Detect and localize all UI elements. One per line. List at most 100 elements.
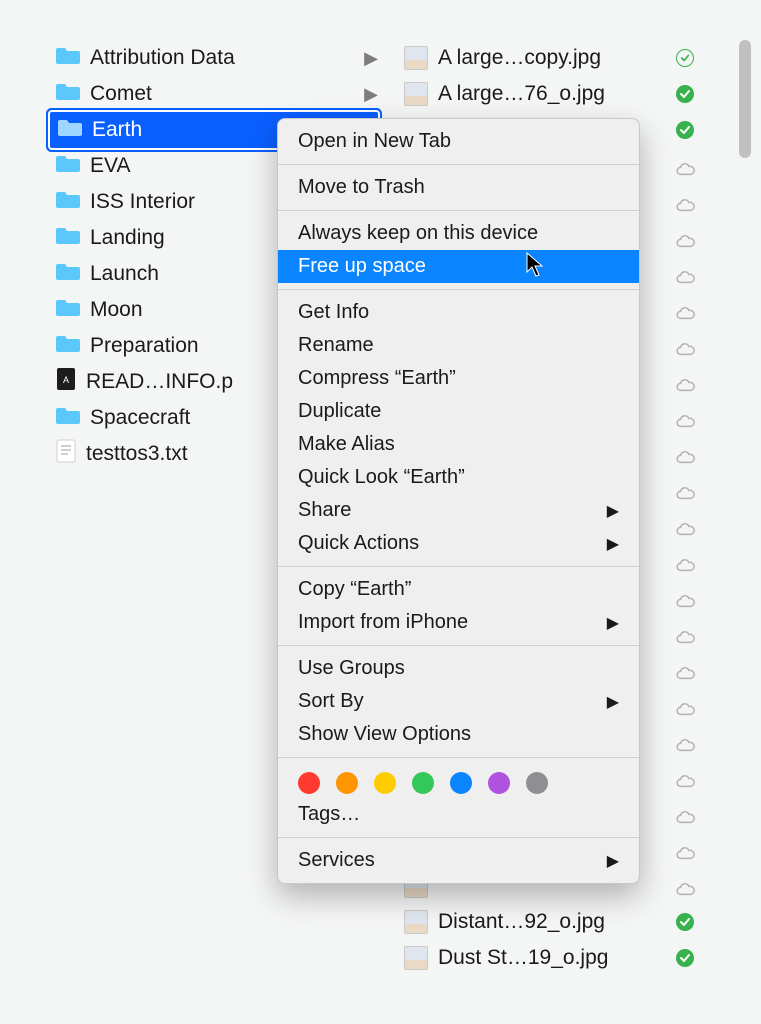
folder-item-comet[interactable]: Comet ▶	[48, 76, 380, 112]
submenu-chevron-icon: ▶	[607, 692, 619, 712]
menu-separator	[278, 289, 639, 290]
folder-item-attribution-data[interactable]: Attribution Data▶	[48, 40, 380, 76]
menu-item-label: Always keep on this device	[298, 222, 538, 245]
menu-separator	[278, 757, 639, 758]
submenu-chevron-icon: ▶	[607, 613, 619, 633]
pinned-icon	[674, 49, 696, 67]
cloud-icon	[674, 699, 696, 713]
scrollbar-track[interactable]	[739, 40, 753, 1000]
cloud-icon	[674, 807, 696, 821]
menu-item-tags[interactable]: Tags…	[278, 798, 639, 831]
item-label: Comet	[90, 82, 352, 106]
menu-item-label: Free up space	[298, 255, 426, 278]
submenu-chevron-icon: ▶	[607, 501, 619, 521]
menu-item-label: Quick Actions	[298, 532, 419, 555]
menu-item-move-to-trash[interactable]: Move to Trash	[278, 171, 639, 204]
folder-icon	[56, 297, 80, 323]
cloud-icon	[674, 195, 696, 209]
folder-icon	[56, 333, 80, 359]
menu-item-get-info[interactable]: Get Info	[278, 296, 639, 329]
menu-item-label: Duplicate	[298, 400, 381, 423]
svg-text:A: A	[63, 375, 69, 385]
menu-item-label: Share	[298, 499, 351, 522]
menu-item-services[interactable]: Services▶	[278, 844, 639, 877]
file-label: A large…copy.jpg	[438, 46, 664, 70]
menu-separator	[278, 566, 639, 567]
folder-icon	[56, 45, 80, 71]
downloaded-icon	[674, 949, 696, 967]
cloud-icon	[674, 519, 696, 533]
folder-icon	[56, 189, 80, 215]
tag-color-5[interactable]	[488, 772, 510, 794]
folder-icon	[56, 81, 80, 107]
menu-separator	[278, 645, 639, 646]
cloud-icon	[674, 771, 696, 785]
menu-separator	[278, 210, 639, 211]
menu-item-label: Sort By	[298, 690, 364, 713]
menu-item-quick-actions[interactable]: Quick Actions▶	[278, 527, 639, 560]
image-thumbnail-icon	[404, 910, 428, 934]
scrollbar-thumb[interactable]	[739, 40, 751, 158]
cursor-icon	[526, 252, 546, 278]
tag-color-1[interactable]	[336, 772, 358, 794]
cloud-icon	[674, 411, 696, 425]
menu-item-label: Make Alias	[298, 433, 395, 456]
image-thumbnail-icon	[404, 46, 428, 70]
menu-item-rename[interactable]: Rename	[278, 329, 639, 362]
cloud-icon	[674, 627, 696, 641]
downloaded-icon	[674, 121, 696, 139]
pdf-icon: A	[56, 367, 76, 397]
cloud-icon	[674, 591, 696, 605]
tag-color-4[interactable]	[450, 772, 472, 794]
menu-item-compress-earth-[interactable]: Compress “Earth”	[278, 362, 639, 395]
menu-separator	[278, 164, 639, 165]
file-label: A large…76_o.jpg	[438, 82, 664, 106]
menu-item-sort-by[interactable]: Sort By ▶	[278, 685, 639, 718]
file-label: Dust St…19_o.jpg	[438, 946, 664, 970]
menu-item-label: Tags…	[298, 803, 360, 826]
menu-item-show-view-options[interactable]: Show View Options	[278, 718, 639, 751]
tag-color-2[interactable]	[374, 772, 396, 794]
file-item[interactable]: Distant…92_o.jpg	[396, 904, 696, 940]
tag-color-6[interactable]	[526, 772, 548, 794]
menu-item-quick-look-earth-[interactable]: Quick Look “Earth”	[278, 461, 639, 494]
menu-item-copy-earth-[interactable]: Copy “Earth”	[278, 573, 639, 606]
menu-item-use-groups[interactable]: Use Groups	[278, 652, 639, 685]
cloud-icon	[674, 879, 696, 893]
menu-item-label: Import from iPhone	[298, 611, 468, 634]
image-thumbnail-icon	[404, 946, 428, 970]
file-item[interactable]: A large…76_o.jpg	[396, 76, 696, 112]
menu-item-make-alias[interactable]: Make Alias	[278, 428, 639, 461]
menu-item-duplicate[interactable]: Duplicate	[278, 395, 639, 428]
folder-icon	[56, 225, 80, 251]
menu-item-share[interactable]: Share ▶	[278, 494, 639, 527]
cloud-icon	[674, 843, 696, 857]
menu-item-always-keep-on-this-device[interactable]: Always keep on this device	[278, 217, 639, 250]
menu-separator	[278, 837, 639, 838]
menu-item-free-up-space[interactable]: Free up space	[278, 250, 639, 283]
image-thumbnail-icon	[404, 82, 428, 106]
menu-item-label: Use Groups	[298, 657, 405, 680]
menu-item-label: Compress “Earth”	[298, 367, 456, 390]
cloud-icon	[674, 339, 696, 353]
cloud-icon	[674, 303, 696, 317]
chevron-right-icon: ▶	[362, 84, 380, 105]
menu-item-label: Rename	[298, 334, 374, 357]
txt-icon	[56, 439, 76, 469]
file-item[interactable]: Dust St…19_o.jpg	[396, 940, 696, 976]
cloud-icon	[674, 735, 696, 749]
menu-item-import-from-iphone[interactable]: Import from iPhone ▶	[278, 606, 639, 639]
cloud-icon	[674, 231, 696, 245]
folder-icon	[58, 117, 82, 143]
menu-item-open-in-new-tab[interactable]: Open in New Tab	[278, 125, 639, 158]
chevron-right-icon: ▶	[362, 48, 380, 69]
menu-item-label: Move to Trash	[298, 176, 425, 199]
menu-item-label: Quick Look “Earth”	[298, 466, 465, 489]
tag-color-0[interactable]	[298, 772, 320, 794]
folder-icon	[56, 261, 80, 287]
menu-item-label: Get Info	[298, 301, 369, 324]
file-item[interactable]: A large…copy.jpg	[396, 40, 696, 76]
menu-item-label: Services	[298, 849, 375, 872]
tag-color-3[interactable]	[412, 772, 434, 794]
downloaded-icon	[674, 913, 696, 931]
